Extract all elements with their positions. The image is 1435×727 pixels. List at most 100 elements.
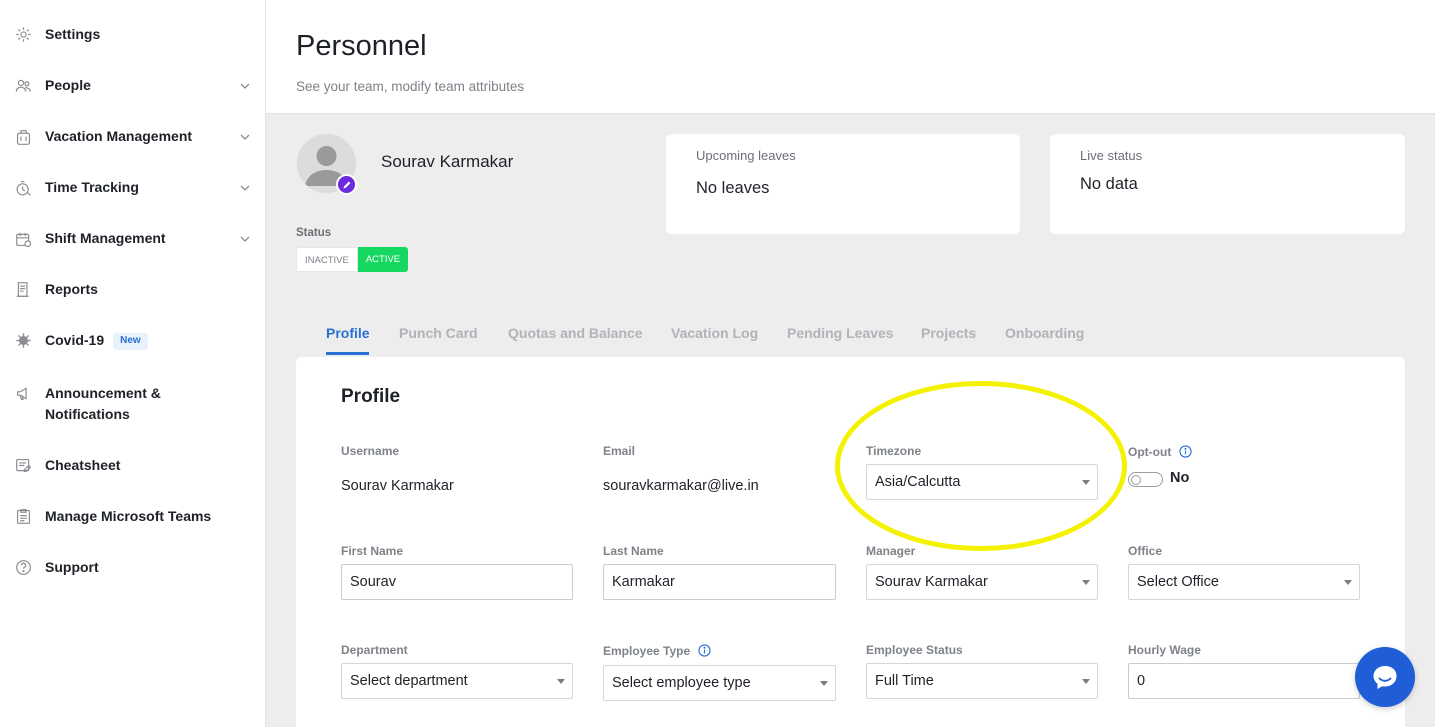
employee-status-label: Employee Status (866, 643, 963, 657)
sidebar-item-cheatsheet[interactable]: Cheatsheet (0, 455, 265, 476)
sidebar-item-announcement-notifications[interactable]: Announcement & Notifications (0, 383, 265, 425)
caret-down-icon (1082, 679, 1090, 684)
live-status-card: Live status No data (1050, 134, 1405, 234)
edit-avatar-button[interactable] (336, 174, 357, 195)
help-circle-icon (14, 558, 32, 576)
sidebar-item-shift-management[interactable]: Shift Management (0, 228, 265, 249)
employee-type-label: Employee Type (603, 644, 711, 658)
chevron-down-icon[interactable] (238, 181, 252, 195)
tab-onboarding[interactable]: Onboarding (1005, 325, 1084, 341)
chat-button[interactable] (1355, 647, 1415, 707)
office-label: Office (1128, 544, 1163, 558)
hourly-wage-label: Hourly Wage (1128, 643, 1201, 657)
sidebar-item-label: Reports (45, 281, 98, 297)
sidebar-item-label: Support (45, 559, 99, 575)
sidebar-item-label: Time Tracking (45, 179, 139, 195)
office-select[interactable]: Select Office (1128, 564, 1360, 600)
info-icon[interactable] (698, 644, 711, 657)
sidebar-item-support[interactable]: Support (0, 557, 265, 578)
department-label: Department (341, 643, 408, 657)
sidebar-item-reports[interactable]: Reports (0, 279, 265, 300)
calendar-icon (14, 230, 32, 248)
upcoming-leaves-value: No leaves (696, 179, 770, 197)
upcoming-leaves-label: Upcoming leaves (696, 148, 796, 163)
status-inactive-option[interactable]: Inactive (296, 247, 358, 272)
manager-select[interactable]: Sourav Karmakar (866, 564, 1098, 600)
sidebar-item-settings[interactable]: Settings (0, 24, 265, 45)
sidebar-item-covid-19[interactable]: Covid-19 New (0, 330, 265, 351)
opt-out-toggle[interactable] (1128, 472, 1163, 487)
user-name: Sourav Karmakar (381, 152, 514, 171)
toggle-knob (1131, 474, 1141, 485)
email-label: Email (603, 444, 636, 458)
gear-icon (14, 25, 32, 43)
caret-down-icon (1082, 580, 1090, 585)
sidebar-item-vacation-management[interactable]: Vacation Management (0, 126, 265, 147)
username-value: Sourav Karmakar (341, 478, 454, 494)
page-subtitle: See your team, modify team attributes (296, 79, 525, 94)
sidebar-item-label: Covid-19 New (45, 330, 148, 351)
last-name-label: Last Name (603, 544, 664, 558)
stopwatch-icon (14, 179, 32, 197)
status-active-option[interactable]: Active (357, 247, 409, 272)
active-tab-indicator (326, 352, 369, 355)
people-icon (14, 76, 32, 94)
virus-icon (14, 331, 32, 349)
hourly-wage-input[interactable] (1128, 663, 1360, 699)
timezone-select[interactable]: Asia/Calcutta (866, 464, 1098, 500)
suitcase-icon (14, 128, 32, 146)
caret-down-icon (557, 679, 565, 684)
sidebar-item-people[interactable]: People (0, 75, 265, 96)
sidebar-item-label: People (45, 77, 91, 93)
clipboard-icon (14, 507, 32, 525)
caret-down-icon (1082, 480, 1090, 485)
sidebar-item-label: Announcement & Notifications (45, 385, 161, 422)
live-status-value: No data (1080, 175, 1138, 193)
tab-quotas-and-balance[interactable]: Quotas and Balance (508, 325, 643, 341)
chevron-down-icon[interactable] (238, 79, 252, 93)
sidebar-item-label: Manage Microsoft Teams (45, 508, 212, 524)
employee-type-select-value: Select employee type (612, 675, 751, 691)
info-icon[interactable] (1179, 445, 1192, 458)
email-value: souravkarmakar@live.in (603, 478, 759, 494)
profile-panel: Profile Username Sourav Karmakar Email s… (296, 357, 1405, 727)
opt-out-value: No (1170, 470, 1190, 486)
page-title: Personnel (296, 30, 427, 62)
tab-punch-card[interactable]: Punch Card (399, 325, 478, 341)
tab-vacation-log[interactable]: Vacation Log (671, 325, 758, 341)
profile-section-title: Profile (341, 386, 401, 407)
first-name-input[interactable] (341, 564, 573, 600)
employee-status-select[interactable]: Full Time (866, 663, 1098, 699)
status-label: Status (296, 227, 332, 239)
office-select-value: Select Office (1137, 574, 1219, 590)
sidebar-item-label: Shift Management (45, 230, 166, 246)
upcoming-leaves-card: Upcoming leaves No leaves (666, 134, 1020, 234)
sidebar-item-time-tracking[interactable]: Time Tracking (0, 177, 265, 198)
new-badge: New (113, 333, 148, 350)
report-icon (14, 280, 32, 298)
sidebar-item-label: Settings (45, 26, 101, 42)
department-select[interactable]: Select department (341, 663, 573, 699)
page-header: Personnel See your team, modify team att… (266, 0, 1435, 114)
tab-pending-leaves[interactable]: Pending Leaves (787, 325, 894, 341)
opt-out-label: Opt-out (1128, 445, 1192, 459)
sidebar: Settings People Vacation Management Time… (0, 0, 266, 727)
last-name-input[interactable] (603, 564, 836, 600)
sidebar-item-label: Cheatsheet (45, 457, 121, 473)
tab-profile[interactable]: Profile (326, 325, 370, 341)
tab-projects[interactable]: Projects (921, 325, 976, 341)
sidebar-item-label-text: Covid-19 (45, 332, 105, 348)
chevron-down-icon[interactable] (238, 232, 252, 246)
cheatsheet-icon (14, 456, 32, 474)
opt-out-label-text: Opt-out (1128, 445, 1172, 459)
sidebar-item-manage-microsoft-teams[interactable]: Manage Microsoft Teams (0, 506, 265, 527)
chevron-down-icon[interactable] (238, 130, 252, 144)
first-name-label: First Name (341, 544, 404, 558)
megaphone-icon (14, 384, 32, 402)
username-label: Username (341, 444, 400, 458)
caret-down-icon (820, 681, 828, 686)
employee-type-select[interactable]: Select employee type (603, 665, 836, 701)
employee-status-select-value: Full Time (875, 673, 934, 689)
status-toggle: Inactive Active (296, 247, 409, 272)
department-select-value: Select department (350, 673, 468, 689)
